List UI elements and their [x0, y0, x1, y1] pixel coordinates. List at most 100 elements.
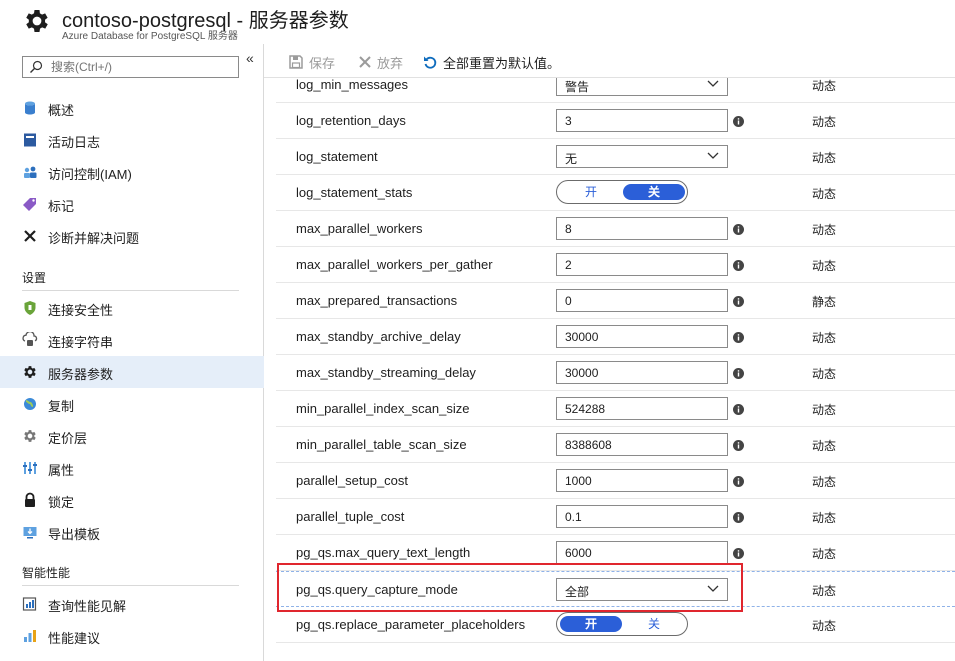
sidebar-item-export-template[interactable]: 导出模板 — [0, 516, 264, 548]
parameter-name: parallel_tuple_cost — [296, 509, 405, 524]
sidebar-item-label: 服务器参数 — [48, 367, 114, 382]
info-icon[interactable] — [733, 548, 744, 559]
sidebar-item-label: 性能建议 — [48, 631, 101, 646]
sidebar-item-label: 定价层 — [48, 431, 88, 446]
table-row: max_prepared_transactions 0 静态 — [276, 283, 955, 319]
sidebar-item-tags[interactable]: 标记 — [0, 188, 264, 220]
input-value: 30000 — [565, 330, 599, 344]
toggle-on-option[interactable]: 开 — [560, 616, 622, 632]
value-input[interactable]: 0 — [556, 289, 728, 312]
save-button[interactable]: 保存 — [288, 53, 335, 71]
parameter-name: pg_qs.query_capture_mode — [296, 582, 458, 597]
dropdown-value: 警告 — [565, 80, 590, 94]
sidebar-item-connection-strings[interactable]: 连接字符串 — [0, 324, 264, 356]
info-icon[interactable] — [733, 296, 744, 307]
on-off-toggle[interactable]: 开 关 — [556, 612, 688, 636]
info-icon[interactable] — [733, 332, 744, 343]
parameter-name: log_statement — [296, 149, 378, 164]
command-toolbar: 保存 放弃 全部重置为默认值。 — [264, 44, 955, 78]
sidebar-item-label: 导出模板 — [48, 527, 101, 542]
sidebar-item-label: 复制 — [48, 399, 75, 414]
parameters-table: log_min_messages 警告 动态 log_retention_day… — [276, 78, 955, 661]
undo-icon — [424, 56, 437, 69]
toggle-off-option[interactable]: 关 — [623, 616, 685, 632]
value-input[interactable]: 30000 — [556, 325, 728, 348]
value-input[interactable]: 8 — [556, 217, 728, 240]
reset-all-label: 全部重置为默认值。 — [443, 55, 561, 71]
search-icon — [30, 60, 43, 73]
search-input[interactable] — [51, 58, 231, 76]
value-input[interactable]: 2 — [556, 253, 728, 276]
lock-icon — [25, 492, 35, 507]
export-template-icon — [23, 527, 37, 539]
sidebar-item-diagnose[interactable]: 诊断并解决问题 — [0, 220, 264, 252]
on-off-toggle[interactable]: 开 关 — [556, 180, 688, 204]
info-icon[interactable] — [733, 116, 744, 127]
sidebar-item-iam[interactable]: 访问控制(IAM) — [0, 156, 264, 188]
sidebar-item-locks[interactable]: 锁定 — [0, 484, 264, 516]
toggle-on-option[interactable]: 开 — [560, 184, 622, 200]
properties-icon — [23, 462, 37, 474]
value-input[interactable]: 30000 — [556, 361, 728, 384]
parameter-type: 动态 — [812, 475, 837, 489]
chevron-down-icon — [707, 585, 719, 592]
toggle-off-option[interactable]: 关 — [623, 184, 685, 200]
table-row: log_min_messages 警告 动态 — [276, 78, 955, 103]
connection-string-icon — [22, 332, 38, 346]
value-input[interactable]: 1000 — [556, 469, 728, 492]
search-box[interactable] — [22, 56, 239, 78]
value-dropdown[interactable]: 全部 — [556, 578, 728, 601]
save-label: 保存 — [309, 55, 336, 71]
sidebar-item-activity-log[interactable]: 活动日志 — [0, 124, 264, 156]
parameter-type: 动态 — [812, 151, 837, 165]
table-row: parallel_tuple_cost 0.1 动态 — [276, 499, 955, 535]
info-icon[interactable] — [733, 512, 744, 523]
info-icon[interactable] — [733, 260, 744, 271]
parameter-name: max_parallel_workers_per_gather — [296, 257, 493, 272]
sidebar-item-label: 访问控制(IAM) — [48, 167, 132, 182]
parameter-name: parallel_setup_cost — [296, 473, 409, 488]
query-insight-icon — [22, 597, 37, 611]
parameter-type: 动态 — [812, 439, 837, 453]
sidebar-item-label: 诊断并解决问题 — [48, 231, 140, 246]
sidebar-item-properties[interactable]: 属性 — [0, 452, 264, 484]
gear-icon — [24, 366, 36, 378]
value-input[interactable]: 3 — [556, 109, 728, 132]
discard-button[interactable]: 放弃 — [358, 53, 403, 71]
info-icon[interactable] — [733, 440, 744, 451]
sidebar-item-connection-security[interactable]: 连接安全性 — [0, 292, 264, 324]
parameter-type: 动态 — [812, 187, 837, 201]
input-value: 524288 — [565, 402, 606, 416]
sidebar-item-pricing-tier[interactable]: 定价层 — [0, 420, 264, 452]
sidebar-item-query-performance-insight[interactable]: 查询性能见解 — [0, 588, 264, 620]
wrench-icon — [24, 230, 36, 242]
sidebar-item-server-parameters[interactable]: 服务器参数 — [0, 356, 264, 388]
parameter-type: 动态 — [812, 223, 837, 237]
reset-all-button[interactable]: 全部重置为默认值。 — [422, 53, 560, 71]
database-icon — [25, 101, 35, 115]
discard-label: 放弃 — [377, 55, 404, 71]
table-row: max_standby_streaming_delay 30000 动态 — [276, 355, 955, 391]
input-value: 3 — [565, 114, 572, 128]
sidebar-item-replication[interactable]: 复制 — [0, 388, 264, 420]
value-input[interactable]: 524288 — [556, 397, 728, 420]
parameter-name: max_standby_streaming_delay — [296, 365, 476, 380]
info-icon[interactable] — [733, 224, 744, 235]
info-icon[interactable] — [733, 476, 744, 487]
value-dropdown[interactable]: 警告 — [556, 78, 728, 96]
value-dropdown[interactable]: 无 — [556, 145, 728, 168]
sidebar-item-performance-recommendations[interactable]: 性能建议 — [0, 620, 264, 652]
table-row: log_statement 无 动态 — [276, 139, 955, 175]
input-value: 8 — [565, 222, 572, 236]
parameter-type: 动态 — [812, 331, 837, 345]
value-input[interactable]: 8388608 — [556, 433, 728, 456]
value-input[interactable]: 6000 — [556, 541, 728, 564]
info-icon[interactable] — [733, 404, 744, 415]
info-icon[interactable] — [733, 368, 744, 379]
parameter-type: 动态 — [812, 79, 837, 93]
value-input[interactable]: 0.1 — [556, 505, 728, 528]
sidebar-item-overview[interactable]: 概述 — [0, 92, 264, 124]
collapse-sidebar-button[interactable]: « — [246, 50, 254, 66]
parameter-name: log_statement_stats — [296, 185, 413, 200]
sidebar-item-label: 查询性能见解 — [48, 599, 127, 614]
